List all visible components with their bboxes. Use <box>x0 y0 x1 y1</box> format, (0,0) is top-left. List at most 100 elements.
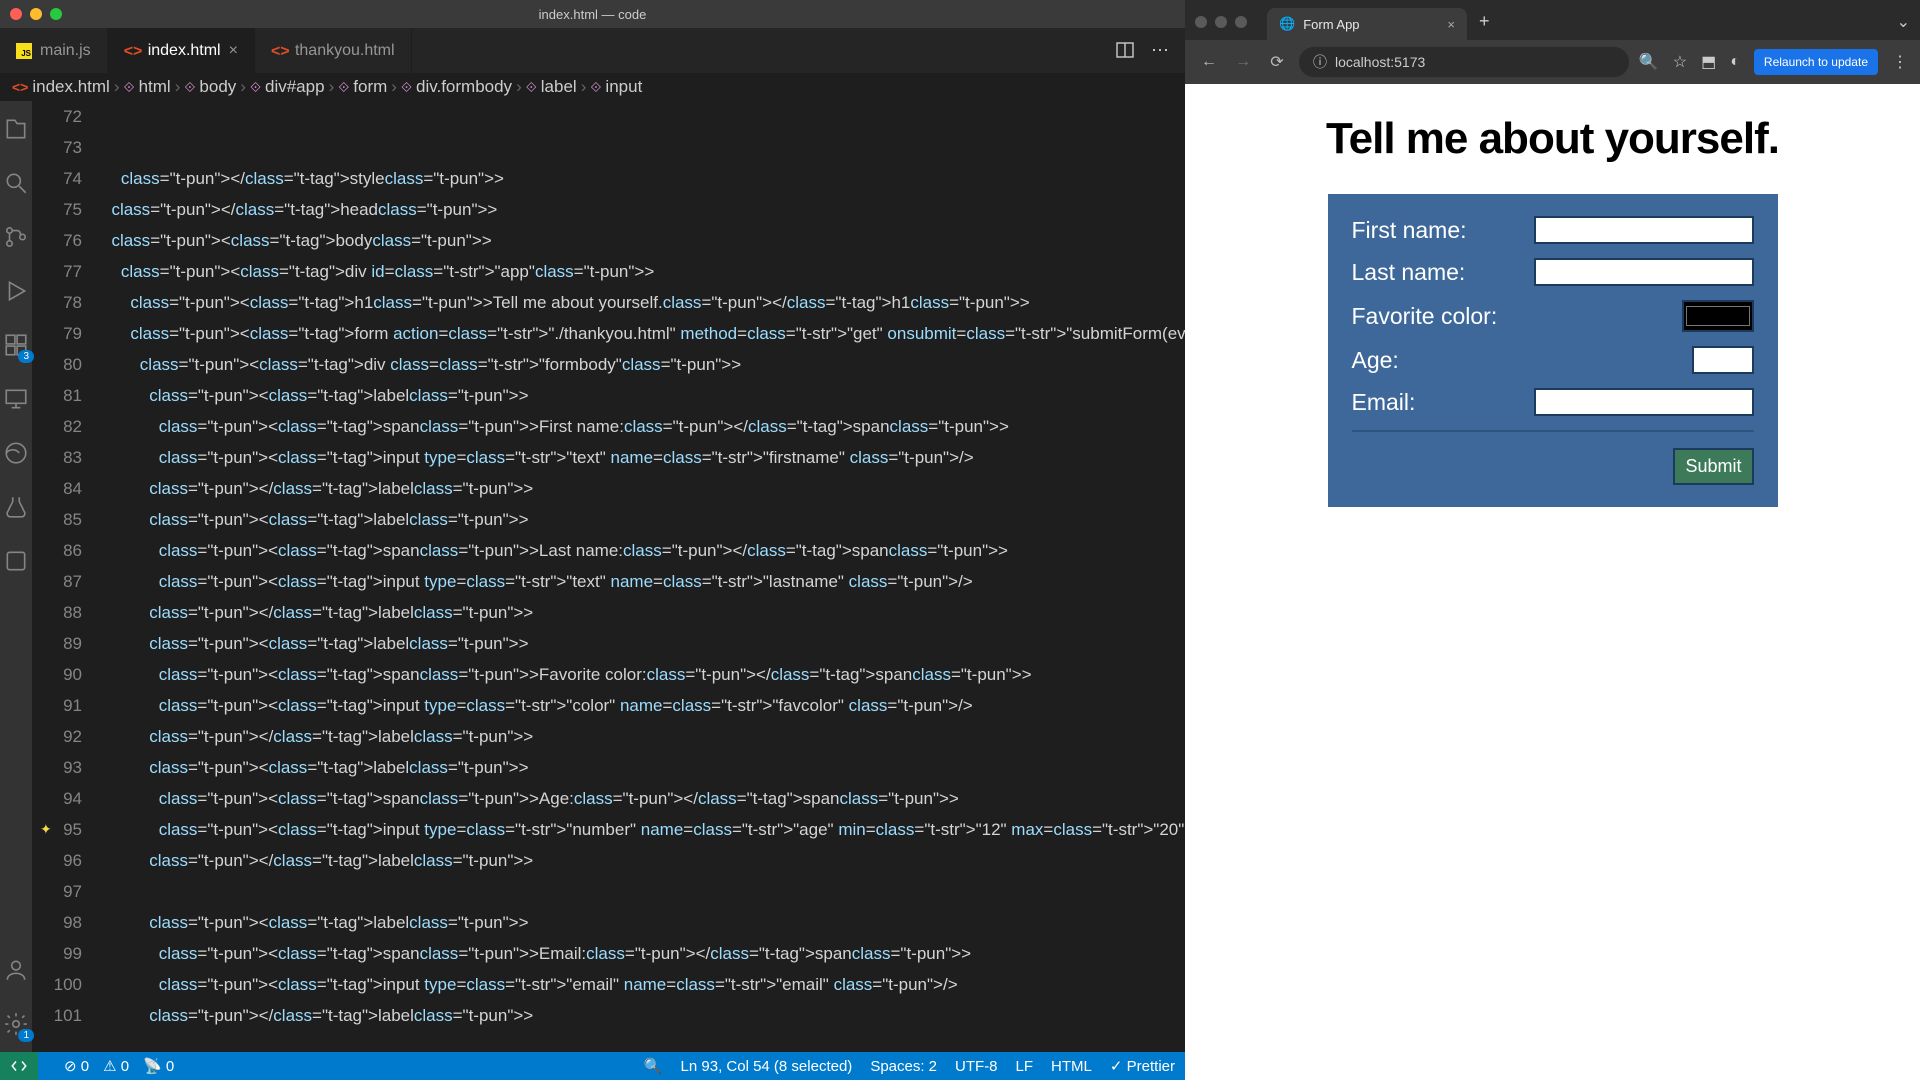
age-input[interactable] <box>1692 346 1754 374</box>
breadcrumb-item[interactable]: input <box>605 77 642 97</box>
ports-count[interactable]: 📡 0 <box>143 1057 174 1075</box>
editor-tabs: JS main.js <> index.html × <> thankyou.h… <box>0 28 1099 73</box>
breadcrumb-item[interactable]: body <box>199 77 236 97</box>
email-label: Email: <box>1352 389 1416 416</box>
breadcrumb[interactable]: <> index.html› ⟐ html› ⟐ body› ⟐ div#app… <box>0 73 1185 101</box>
close-window-button[interactable] <box>1195 16 1207 28</box>
formatter-status[interactable]: ✓ Prettier <box>1110 1057 1175 1075</box>
globe-icon: 🌐 <box>1279 16 1295 32</box>
accounts-icon[interactable] <box>0 954 32 986</box>
submit-button[interactable]: Submit <box>1673 448 1753 485</box>
address-bar[interactable]: ⓘ localhost:5173 <box>1299 47 1629 77</box>
tab-label: thankyou.html <box>295 42 395 60</box>
breadcrumb-item[interactable]: form <box>353 77 387 97</box>
more-actions-icon[interactable]: ⋯ <box>1151 40 1169 61</box>
browser-chrome: 🌐 Form App × + ⌄ ← → ⟳ ⓘ localhost:5173 … <box>1185 0 1920 84</box>
relaunch-button[interactable]: Relaunch to update <box>1754 49 1878 75</box>
testing-icon[interactable] <box>0 491 32 523</box>
zoom-icon[interactable]: 🔍 <box>644 1057 663 1075</box>
editor-tabs-row: JS main.js <> index.html × <> thankyou.h… <box>0 28 1185 73</box>
extensions-icon[interactable]: 3 <box>0 329 32 361</box>
site-info-icon[interactable]: ⓘ <box>1313 52 1327 72</box>
cursor-position[interactable]: Ln 93, Col 54 (8 selected) <box>681 1058 853 1075</box>
tab-indexhtml[interactable]: <> index.html × <box>108 28 255 73</box>
email-row: Email: <box>1352 388 1754 416</box>
tab-label: index.html <box>148 42 221 60</box>
remote-explorer-icon[interactable] <box>0 383 32 415</box>
firstname-input[interactable] <box>1534 216 1754 244</box>
html-file-icon: <> <box>12 79 28 95</box>
language-status[interactable]: HTML <box>1051 1058 1092 1075</box>
browser-tab[interactable]: 🌐 Form App × <box>1267 8 1467 40</box>
errors-count[interactable]: ⊘ 0 <box>64 1057 89 1075</box>
html-file-icon: <> <box>124 43 140 59</box>
email-input[interactable] <box>1534 388 1754 416</box>
lastname-input[interactable] <box>1534 258 1754 286</box>
close-window-button[interactable] <box>10 8 22 20</box>
breadcrumb-item[interactable]: html <box>139 77 171 97</box>
source-control-icon[interactable] <box>0 221 32 253</box>
bracket-icon: ⟐ <box>526 79 537 96</box>
bracket-icon: ⟐ <box>250 79 261 96</box>
browser-traffic-lights <box>1195 16 1259 40</box>
minimize-window-button[interactable] <box>30 8 42 20</box>
code-area[interactable]: class="t-pun"></class="t-tag">styleclass… <box>102 101 1185 1052</box>
maximize-window-button[interactable] <box>50 8 62 20</box>
eol-status[interactable]: LF <box>1016 1058 1034 1075</box>
reload-button[interactable]: ⟳ <box>1265 52 1289 72</box>
mac-titlebar: index.html — code <box>0 0 1185 28</box>
breadcrumb-item[interactable]: index.html <box>32 77 109 97</box>
new-tab-button[interactable]: + <box>1475 11 1490 40</box>
tab-mainjs[interactable]: JS main.js <box>0 28 108 73</box>
firstname-label: First name: <box>1352 217 1467 244</box>
bracket-icon: ⟐ <box>124 79 135 96</box>
search-icon[interactable] <box>0 167 32 199</box>
encoding-status[interactable]: UTF-8 <box>955 1058 998 1075</box>
lastname-label: Last name: <box>1352 259 1466 286</box>
install-app-icon[interactable]: ⬒ <box>1701 52 1716 72</box>
browser-window: 🌐 Form App × + ⌄ ← → ⟳ ⓘ localhost:5173 … <box>1185 0 1920 1080</box>
indent-status[interactable]: Spaces: 2 <box>870 1058 937 1075</box>
line-number-gutter: 7273747576777879808182838485868788899091… <box>32 101 102 1052</box>
favcolor-label: Favorite color: <box>1352 303 1498 330</box>
page-heading: Tell me about yourself. <box>1326 114 1779 164</box>
explorer-icon[interactable] <box>0 113 32 145</box>
age-row: Age: <box>1352 346 1754 374</box>
code-editor[interactable]: 7273747576777879808182838485868788899091… <box>32 101 1185 1052</box>
bookmark-icon[interactable]: ☆ <box>1673 52 1687 72</box>
forward-button[interactable]: → <box>1231 53 1255 71</box>
sparkle-icon: ✦ <box>40 814 52 845</box>
profile-icon[interactable]: ◐ <box>1730 53 1740 71</box>
page-content: Tell me about yourself. First name: Last… <box>1185 84 1920 1080</box>
favcolor-row: Favorite color: <box>1352 300 1754 332</box>
address-text: localhost:5173 <box>1335 54 1425 70</box>
warnings-count[interactable]: ⚠ 0 <box>103 1057 129 1075</box>
activity-bar: 3 1 <box>0 101 32 1052</box>
close-tab-icon[interactable]: × <box>229 42 238 60</box>
maximize-window-button[interactable] <box>1235 16 1247 28</box>
bracket-icon: ⟐ <box>590 79 601 96</box>
breadcrumb-item[interactable]: label <box>541 77 577 97</box>
main-area: 3 1 727374757677787980818283848586878889… <box>0 101 1185 1052</box>
tab-thankyouhtml[interactable]: <> thankyou.html <box>255 28 412 73</box>
settings-gear-icon[interactable]: 1 <box>0 1008 32 1040</box>
split-editor-icon[interactable] <box>1115 40 1135 61</box>
remote-indicator[interactable] <box>0 1052 38 1080</box>
edge-icon[interactable] <box>0 437 32 469</box>
menu-icon[interactable]: ⋮ <box>1892 52 1908 72</box>
favcolor-input[interactable] <box>1682 300 1754 332</box>
form-divider <box>1352 430 1754 432</box>
back-button[interactable]: ← <box>1197 53 1221 71</box>
browser-actions: 🔍 ☆ ⬒ ◐ Relaunch to update ⋮ <box>1639 49 1908 75</box>
extra-icon[interactable] <box>0 545 32 577</box>
minimize-window-button[interactable] <box>1215 16 1227 28</box>
tab-dropdown-icon[interactable]: ⌄ <box>1897 12 1910 40</box>
breadcrumb-item[interactable]: div.formbody <box>416 77 512 97</box>
run-debug-icon[interactable] <box>0 275 32 307</box>
close-tab-icon[interactable]: × <box>1447 17 1455 32</box>
age-label: Age: <box>1352 347 1399 374</box>
zoom-icon[interactable]: 🔍 <box>1639 52 1659 72</box>
breadcrumb-item[interactable]: div#app <box>265 77 325 97</box>
bracket-icon: ⟐ <box>401 79 412 96</box>
form-body: First name: Last name: Favorite color: A… <box>1328 194 1778 507</box>
